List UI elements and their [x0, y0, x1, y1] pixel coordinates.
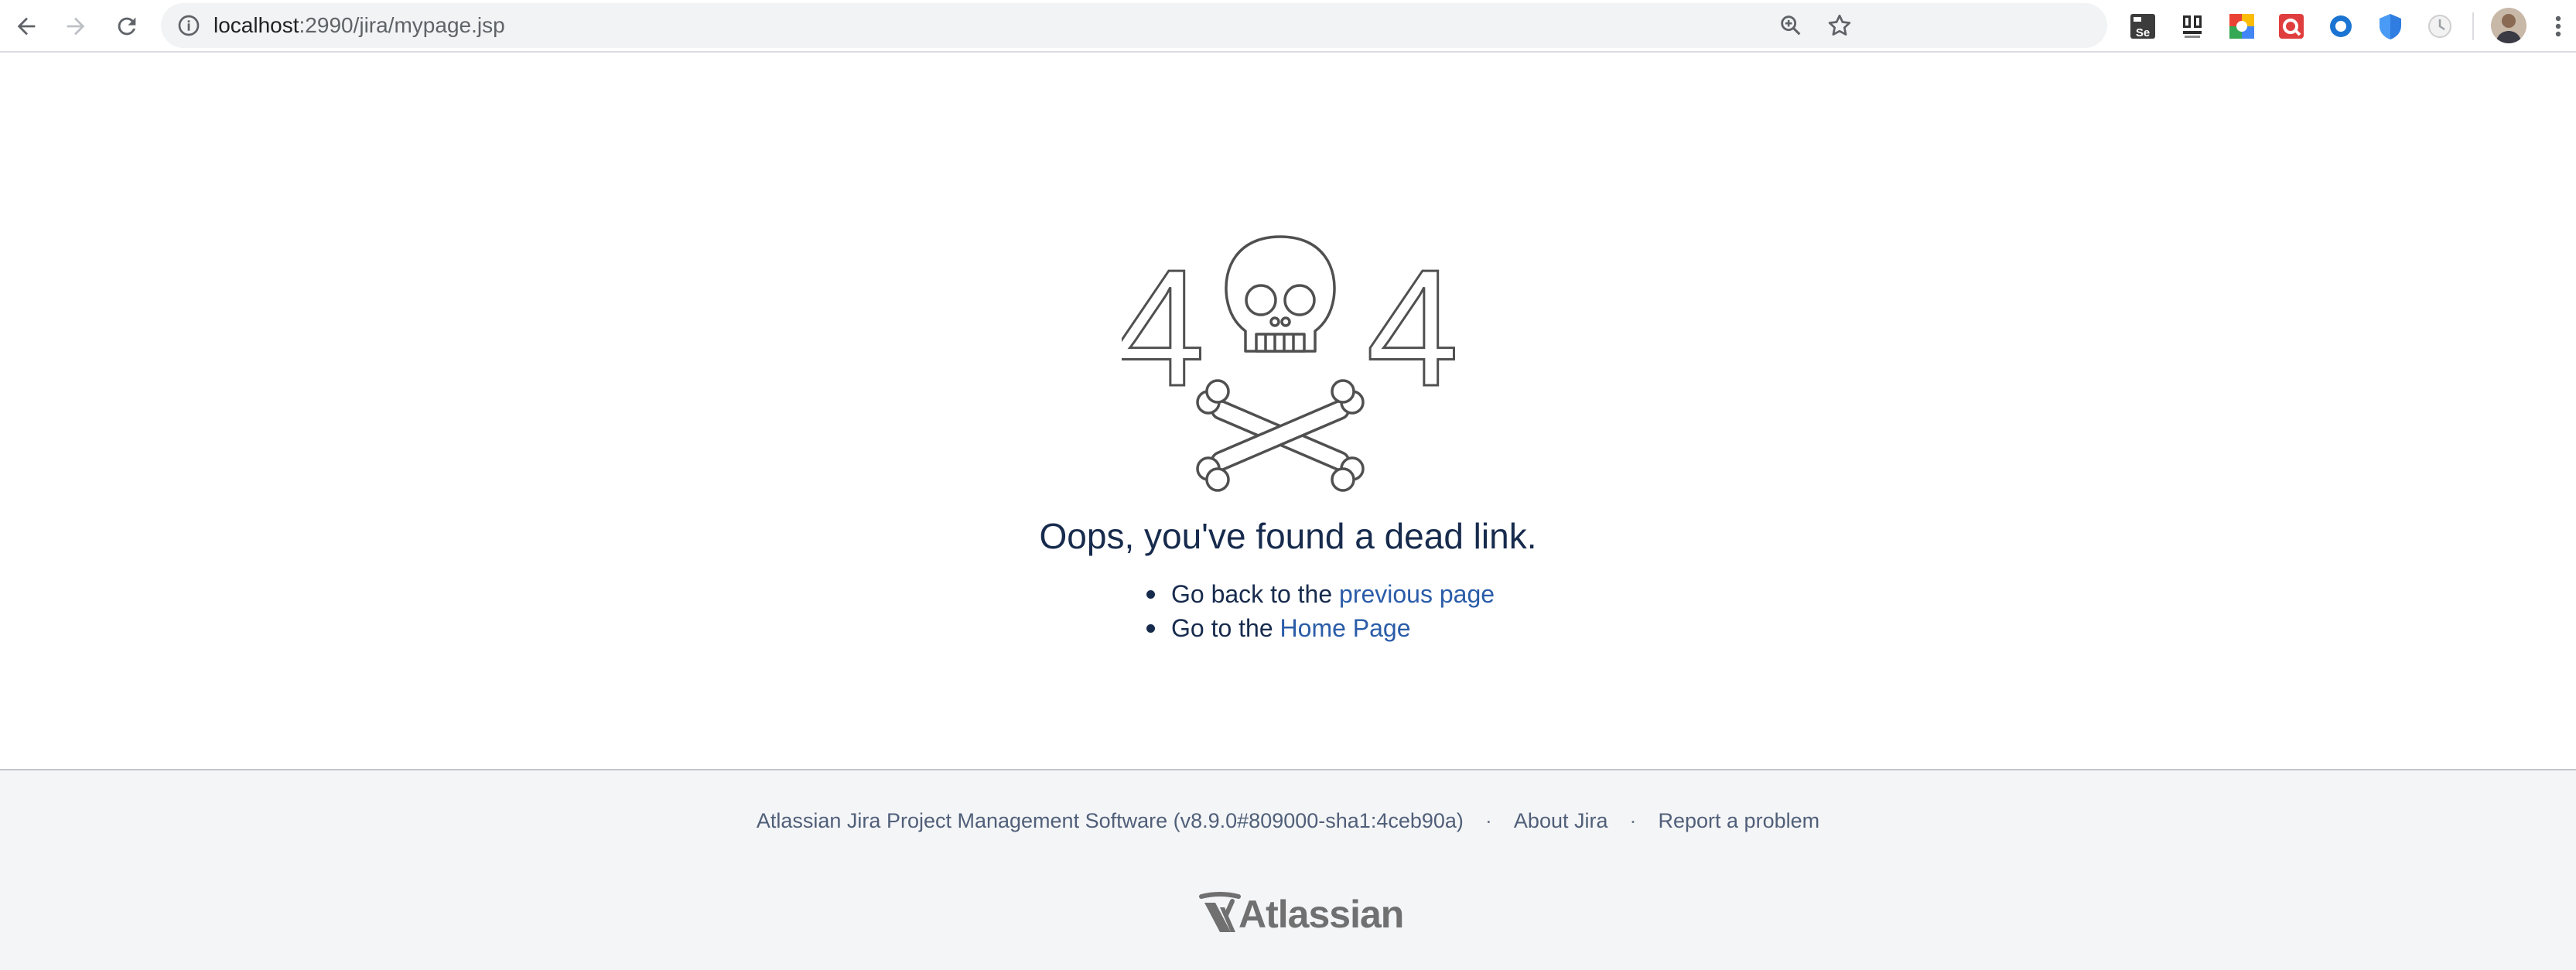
- option-prefix: Go to the: [1171, 614, 1280, 642]
- zoom-icon[interactable]: [1778, 12, 1804, 39]
- blue-ring-extension-icon[interactable]: [2325, 11, 2356, 42]
- back-arrow-icon: [17, 17, 36, 36]
- atlassian-logo-icon: [1199, 892, 1241, 932]
- blue-shield-extension-icon[interactable]: [2375, 11, 2406, 42]
- forward-arrow-icon: [67, 17, 85, 36]
- page-footer: Atlassian Jira Project Management Softwa…: [0, 769, 2576, 970]
- home-page-link[interactable]: Home Page: [1280, 614, 1411, 642]
- list-item: Go to the Home Page: [1146, 611, 1495, 645]
- footer-separator: ·: [1629, 809, 1637, 832]
- list-item: Go back to the previous page: [1146, 577, 1495, 611]
- info-icon[interactable]: [176, 13, 201, 38]
- kebab-menu-icon: [2555, 15, 2561, 37]
- forward-button[interactable]: [56, 6, 96, 46]
- wappalyzer-extension-icon[interactable]: [2177, 11, 2208, 42]
- browser-menu-button[interactable]: [2545, 9, 2571, 43]
- software-version-text: Atlassian Jira Project Management Softwa…: [756, 809, 1464, 832]
- bullet: [1146, 590, 1155, 599]
- error-headline: Oops, you've found a dead link.: [1039, 516, 1537, 556]
- recovery-options-list: Go back to the previous page Go to the H…: [1146, 577, 1495, 645]
- skull-icon: [1196, 235, 1365, 492]
- url-path: :2990/jira/mypage.jsp: [299, 13, 505, 37]
- skull-404-illustration: 4 4: [1122, 234, 1460, 492]
- bullet: [1146, 624, 1155, 633]
- atlassian-logo[interactable]: Atlassian: [1197, 891, 1404, 938]
- url-host: localhost: [214, 13, 299, 37]
- crossbones-icon: [1196, 379, 1365, 492]
- about-jira-link[interactable]: About Jira: [1514, 809, 1608, 832]
- google-extension-icon[interactable]: [2226, 11, 2257, 42]
- footer-separator: ·: [1484, 809, 1492, 832]
- footer-links: Atlassian Jira Project Management Softwa…: [0, 809, 2576, 833]
- page-content: 4 4 Oops, you've found a dead link. Go b…: [0, 54, 2576, 769]
- back-button[interactable]: [6, 6, 46, 46]
- bookmark-star-icon[interactable]: [1826, 12, 1853, 39]
- error-code-left: 4: [1122, 234, 1205, 421]
- previous-page-link[interactable]: previous page: [1339, 580, 1495, 608]
- clock-extension-icon[interactable]: [2424, 11, 2455, 42]
- atlassian-wordmark: Atlassian: [1238, 893, 1404, 936]
- address-bar[interactable]: localhost:2990/jira/mypage.jsp: [161, 3, 2107, 48]
- toolbar-separator: [2472, 12, 2474, 40]
- report-problem-link[interactable]: Report a problem: [1659, 809, 1820, 832]
- reload-button[interactable]: [107, 6, 147, 46]
- selenium-label: Se: [2136, 26, 2150, 39]
- reload-icon: [118, 17, 136, 36]
- browser-toolbar: localhost:2990/jira/mypage.jsp Se: [0, 0, 2576, 53]
- url-text[interactable]: localhost:2990/jira/mypage.jsp: [214, 3, 505, 48]
- error-code-right: 4: [1366, 234, 1459, 421]
- option-prefix: Go back to the: [1171, 580, 1340, 608]
- profile-avatar[interactable]: [2491, 8, 2526, 43]
- red-extension-icon[interactable]: [2276, 11, 2307, 42]
- selenium-ide-extension-icon[interactable]: Se: [2127, 11, 2158, 42]
